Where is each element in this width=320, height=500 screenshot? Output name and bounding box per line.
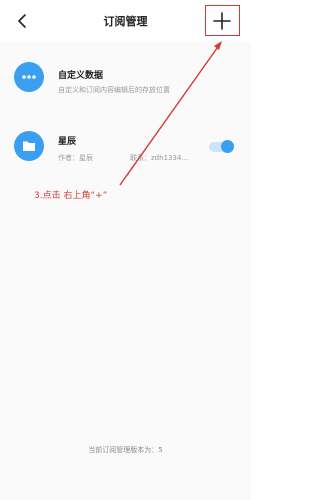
annotation-arrow [119, 41, 222, 186]
version-footer: 当前订阅管理版本为：5 [88, 446, 163, 454]
subscription-management-screen: 订阅管理 自定义数据 自定义和订阅内容编辑后的存放位置 星辰 作者：星辰 联系：… [0, 0, 251, 500]
annotation-text: 3.点击 右上角“+” [34, 191, 108, 201]
